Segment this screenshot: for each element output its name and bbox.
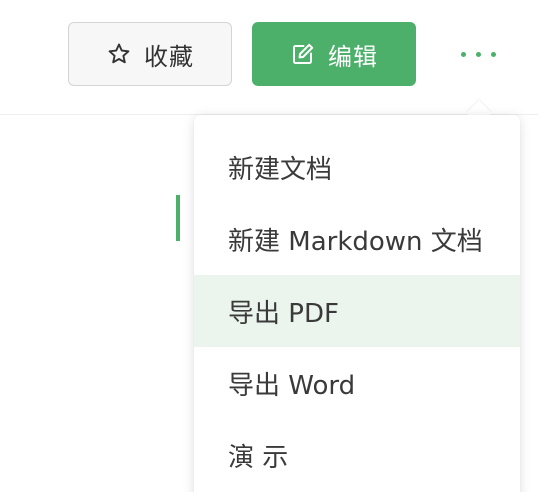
collect-label: 收藏 xyxy=(144,42,194,71)
star-outline-icon xyxy=(106,41,132,67)
menu-item-presentation[interactable]: 演 示 xyxy=(194,419,520,491)
page: 收藏 编辑 新建文档 新建 Markdown 文档 导出 PDF 导出 Word… xyxy=(0,0,538,492)
edit-button[interactable]: 编辑 xyxy=(252,22,416,86)
collect-button[interactable]: 收藏 xyxy=(68,22,232,86)
content-accent-bar xyxy=(176,195,180,241)
menu-item-label: 演 示 xyxy=(228,442,289,473)
menu-item-label: 导出 Word xyxy=(228,370,356,401)
more-dropdown-menu: 新建文档 新建 Markdown 文档 导出 PDF 导出 Word 演 示 xyxy=(194,115,520,492)
more-dots-icon xyxy=(475,51,481,57)
menu-item-new-document[interactable]: 新建文档 xyxy=(194,131,520,203)
menu-item-export-word[interactable]: 导出 Word xyxy=(194,347,520,419)
more-dots-icon xyxy=(490,51,496,57)
more-dots-icon xyxy=(460,51,466,57)
menu-item-label: 新建文档 xyxy=(228,154,333,185)
edit-label: 编辑 xyxy=(328,42,378,71)
menu-item-label: 新建 Markdown 文档 xyxy=(228,226,483,257)
menu-item-label: 导出 PDF xyxy=(228,298,339,329)
edit-pencil-icon xyxy=(290,41,316,67)
menu-list: 新建文档 新建 Markdown 文档 导出 PDF 导出 Word 演 示 xyxy=(194,131,520,491)
more-button[interactable] xyxy=(450,30,506,78)
menu-item-new-markdown-document[interactable]: 新建 Markdown 文档 xyxy=(194,203,520,275)
menu-item-export-pdf[interactable]: 导出 PDF xyxy=(194,275,520,347)
